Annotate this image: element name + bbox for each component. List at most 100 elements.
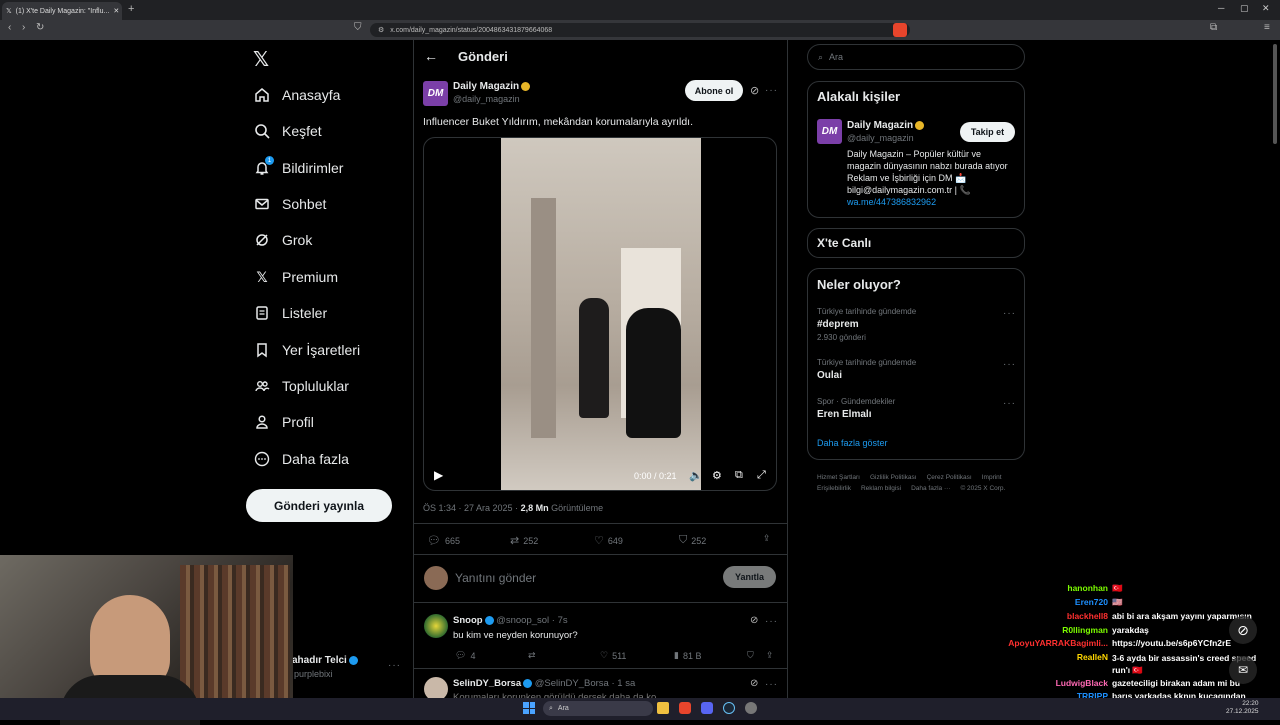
reply-reply-action[interactable]: 💬︎ 4: [455, 650, 475, 661]
reply-author[interactable]: Snoop @snoop_sol · 7s: [453, 615, 568, 626]
grok-float-icon[interactable]: ⊘: [1229, 616, 1257, 644]
chat-message: hanonhan 🇹🇷: [1067, 583, 1123, 593]
divider: [413, 602, 788, 603]
share-icon[interactable]: ⇪: [763, 533, 771, 544]
forward-icon[interactable]: ›: [22, 22, 25, 33]
reply-share-icon[interactable]: ⇪: [766, 650, 774, 661]
scrollbar-thumb[interactable]: [1273, 44, 1277, 144]
obs-icon[interactable]: [745, 702, 757, 714]
file-explorer-icon[interactable]: [657, 702, 669, 714]
reply-more-icon[interactable]: ···: [765, 616, 778, 627]
back-icon[interactable]: ‹: [8, 22, 11, 33]
footer-link[interactable]: Hizmet Şartları: [817, 474, 860, 481]
nav-item-explore[interactable]: Keşfet: [254, 118, 322, 144]
footer-link[interactable]: Çerez Politikası: [927, 474, 972, 481]
post-button[interactable]: Gönderi yayınla: [246, 489, 392, 522]
back-arrow-icon[interactable]: ←: [424, 48, 438, 64]
site-info-icon[interactable]: ⚙: [378, 26, 384, 34]
author-avatar[interactable]: DM: [423, 81, 448, 106]
close-window-icon[interactable]: ✕: [1262, 3, 1270, 14]
account-more-icon[interactable]: ···: [388, 660, 401, 671]
trends-title: Neler oluyor?: [817, 277, 901, 292]
author-name[interactable]: Daily Magazin: [453, 81, 531, 92]
nav-item-premium[interactable]: 𝕏 Premium: [254, 264, 338, 290]
nav-item-notifications[interactable]: 1 Bildirimler: [254, 155, 343, 181]
maximize-icon[interactable]: ▢: [1240, 3, 1249, 14]
nav-item-chat[interactable]: Sohbet: [254, 191, 326, 217]
trend-item[interactable]: Türkiye tarihinde gündemde Oulai: [817, 358, 916, 381]
reply-avatar[interactable]: [424, 614, 448, 638]
nav-item-lists[interactable]: Listeler: [254, 300, 327, 326]
reply-author[interactable]: SelinDY_Borsa @SelinDY_Borsa · 1 sa: [453, 678, 635, 689]
reply-input[interactable]: Yanıtını gönder: [455, 571, 536, 585]
new-tab-icon[interactable]: +: [128, 3, 134, 15]
show-more-link[interactable]: Daha fazla göster: [817, 438, 888, 448]
trend-item[interactable]: Spor · Gündemdekiler Eren Elmalı: [817, 397, 895, 420]
close-tab-icon[interactable]: ✕: [113, 7, 119, 15]
trend-item[interactable]: Türkiye tarihinde gündemde #deprem 2.930…: [817, 307, 916, 342]
menu-icon[interactable]: ≡: [1264, 22, 1270, 33]
reply-repost-action[interactable]: ⇄: [528, 650, 536, 661]
taskbar-search[interactable]: ⌕ Ara: [543, 701, 653, 716]
related-avatar[interactable]: DM: [817, 119, 842, 144]
search-input[interactable]: ⌕ Ara: [807, 44, 1025, 70]
trend-more-icon[interactable]: ···: [1003, 359, 1016, 370]
discord-icon[interactable]: [701, 702, 713, 714]
repost-icon: ⇄: [528, 650, 536, 660]
like-action[interactable]: ♡ 649: [594, 534, 623, 547]
related-name[interactable]: Daily Magazin: [847, 120, 925, 131]
grok-icon[interactable]: ⊘: [750, 84, 759, 97]
play-icon[interactable]: ▶: [434, 468, 443, 482]
post-more-icon[interactable]: ···: [765, 85, 778, 96]
related-link[interactable]: wa.me/447386832962: [847, 197, 936, 207]
reply-bookmark-icon[interactable]: ⛉: [747, 650, 754, 661]
author-handle[interactable]: @daily_magazin: [453, 94, 520, 104]
reply-views[interactable]: ▮ 81 B: [674, 650, 701, 661]
brave-icon[interactable]: [679, 702, 691, 714]
minimize-icon[interactable]: ─: [1218, 3, 1224, 13]
list-icon: [254, 305, 270, 321]
fullscreen-icon[interactable]: ⤢: [757, 469, 766, 482]
nav-item-communities[interactable]: Topluluklar: [254, 373, 349, 399]
footer-link[interactable]: Reklam bilgisi: [861, 485, 901, 492]
related-handle[interactable]: @daily_magazin: [847, 133, 914, 143]
reload-icon[interactable]: ↻: [36, 22, 44, 33]
steam-icon[interactable]: [723, 702, 735, 714]
trend-more-icon[interactable]: ···: [1003, 308, 1016, 319]
grok-icon[interactable]: ⊘: [750, 615, 758, 626]
follow-button[interactable]: Takip et: [960, 122, 1015, 142]
nav-item-more[interactable]: Daha fazla: [254, 446, 349, 472]
windows-start-icon[interactable]: [523, 702, 535, 714]
bookmark-action[interactable]: ⛉ 252: [679, 534, 706, 547]
extensions-icon[interactable]: ⧉: [1210, 22, 1217, 33]
repost-action[interactable]: ⇄ 252: [510, 534, 538, 547]
footer-link[interactable]: Gizlilik Politikası: [870, 474, 917, 481]
pip-icon[interactable]: ⧉: [735, 469, 743, 482]
x-logo-icon[interactable]: 𝕏: [253, 47, 269, 72]
grok-icon[interactable]: ⊘: [750, 678, 758, 689]
nav-item-home[interactable]: Anasayfa: [254, 82, 340, 108]
url-field[interactable]: ⚙ x.com/daily_magazin/status/20048634318…: [370, 23, 910, 37]
messages-float-icon[interactable]: ✉: [1229, 656, 1257, 684]
footer-link[interactable]: Daha fazla ···: [911, 485, 950, 492]
reply-button[interactable]: Yanıtla: [723, 566, 776, 588]
reply-action[interactable]: 💬︎ 665: [427, 534, 460, 547]
volume-icon[interactable]: 🔈: [689, 469, 703, 482]
nav-item-grok[interactable]: Grok: [254, 227, 312, 253]
nav-item-bookmarks[interactable]: Yer İşaretleri: [254, 337, 360, 363]
reply-like-action[interactable]: ♡ 511: [600, 650, 626, 661]
account-name[interactable]: ahadır Telci: [292, 655, 358, 666]
nav-item-profile[interactable]: Profil: [254, 409, 314, 435]
trend-more-icon[interactable]: ···: [1003, 398, 1016, 409]
reply-more-icon[interactable]: ···: [765, 679, 778, 690]
reply-icon: 💬︎: [455, 650, 467, 660]
brave-shield-icon[interactable]: [893, 23, 907, 37]
footer-link[interactable]: Erişilebilirlik: [817, 485, 851, 492]
video-player[interactable]: ▶ 0:00 / 0:21 🔈 ⚙ ⧉ ⤢: [423, 137, 777, 491]
subscribe-button[interactable]: Abone ol: [685, 80, 743, 101]
footer-link[interactable]: Imprint: [982, 474, 1002, 481]
settings-icon[interactable]: ⚙: [712, 469, 722, 482]
bookmark-page-icon[interactable]: ⛉: [354, 22, 362, 33]
taskbar-clock[interactable]: 22:20 27.12.2025: [1226, 700, 1259, 716]
browser-tab[interactable]: 𝕏 (1) X'te Daily Magazin: "Influ... ✕: [2, 2, 122, 20]
